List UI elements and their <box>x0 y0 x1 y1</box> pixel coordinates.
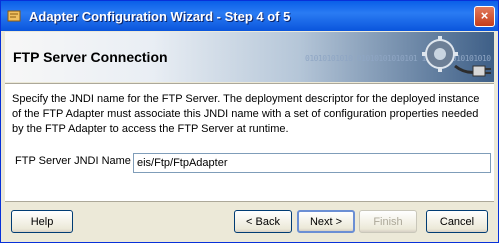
content-panel: Specify the JNDI name for the FTP Server… <box>5 83 494 202</box>
window-title: Adapter Configuration Wizard - Step 4 of… <box>29 9 291 24</box>
title-bar[interactable]: Adapter Configuration Wizard - Step 4 of… <box>1 1 498 31</box>
jndi-name-input[interactable] <box>133 153 491 173</box>
wizard-icon <box>7 10 21 22</box>
gear-plug-icon <box>422 36 491 77</box>
next-button[interactable]: Next > <box>297 210 355 233</box>
finish-button[interactable]: Finish <box>359 210 417 233</box>
back-button[interactable]: < Back <box>234 210 292 233</box>
close-button[interactable]: × <box>474 6 495 27</box>
help-button[interactable]: Help <box>11 210 73 233</box>
jndi-name-label: FTP Server JNDI Name <box>15 155 131 167</box>
step-description: Specify the JNDI name for the FTP Server… <box>12 93 480 135</box>
step-title: FTP Server Connection <box>13 49 168 65</box>
cancel-button[interactable]: Cancel <box>426 210 488 233</box>
close-icon: × <box>480 8 489 23</box>
footer-divider <box>5 201 494 202</box>
wizard-dialog: Adapter Configuration Wizard - Step 4 of… <box>0 0 499 243</box>
step-banner: FTP Server Connection 01010101010 010101… <box>5 32 494 82</box>
